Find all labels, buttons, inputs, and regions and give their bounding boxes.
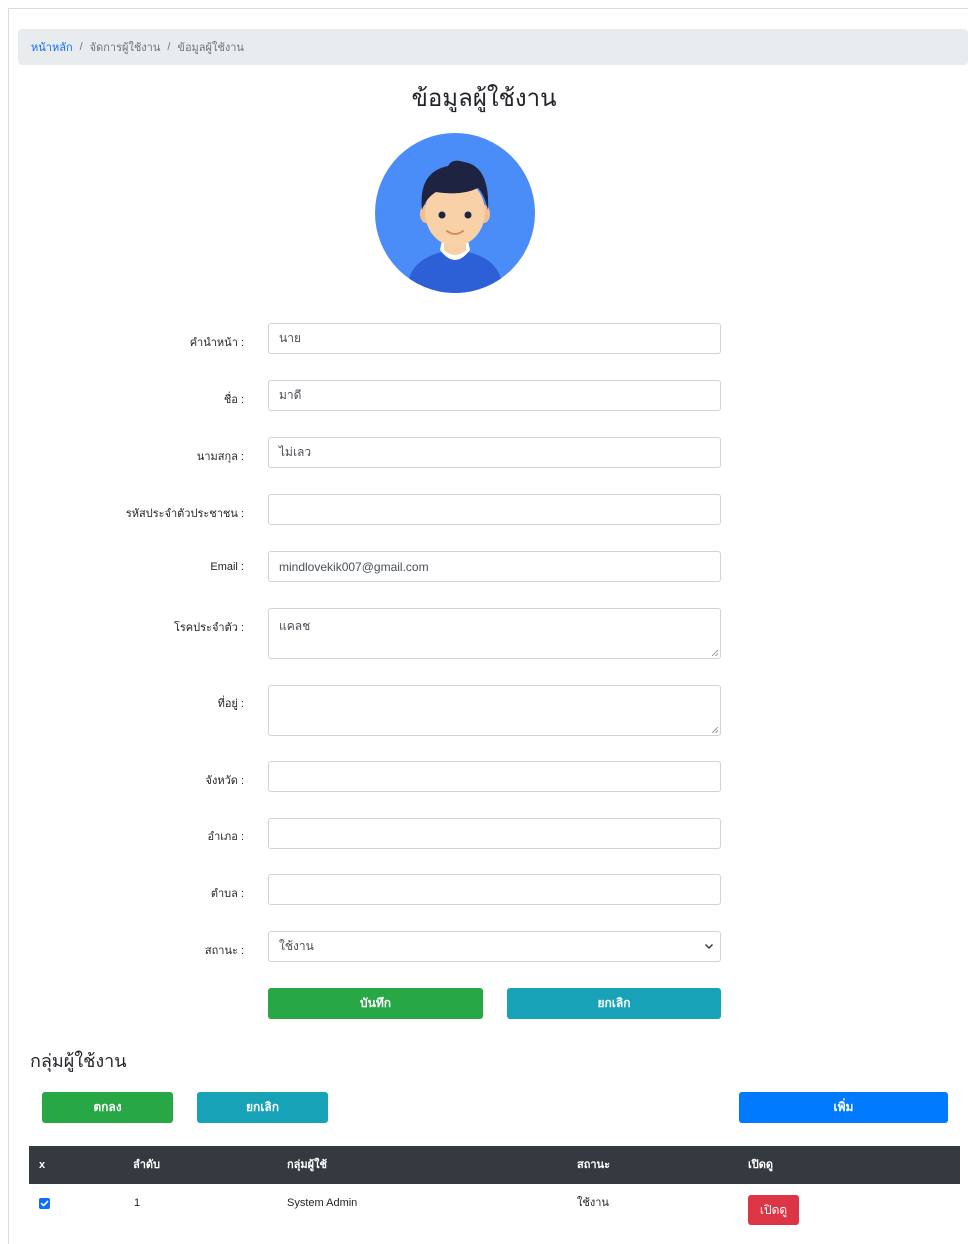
first-name-value: มาดี bbox=[279, 388, 302, 402]
resize-grip-icon[interactable] bbox=[712, 650, 718, 656]
user-groups-title: กลุ่มผู้ใช้งาน bbox=[30, 1051, 127, 1071]
table-row: 1 System Admin ใช้งาน เปิดดู bbox=[29, 1184, 960, 1225]
view-button[interactable]: เปิดดู bbox=[748, 1195, 799, 1225]
column-header-view: เปิดดู bbox=[748, 1159, 774, 1171]
group-cancel-button[interactable]: ยกเลิก bbox=[197, 1092, 328, 1123]
email-value: mindlovekik007@gmail.com bbox=[279, 559, 429, 574]
subdistrict-input[interactable] bbox=[268, 874, 721, 905]
table-header: x ลำดับ กลุ่มผู้ใช้ สถานะ เปิดดู bbox=[29, 1146, 960, 1184]
breadcrumb-separator: / bbox=[167, 41, 171, 53]
breadcrumb-home-link[interactable]: หน้าหลัก bbox=[31, 38, 73, 56]
save-button[interactable]: บันทึก bbox=[268, 988, 483, 1019]
checkbox-checked-icon bbox=[40, 1200, 49, 1207]
email-field[interactable]: mindlovekik007@gmail.com bbox=[268, 551, 721, 582]
page-title: ข้อมูลผู้ใช้งาน bbox=[411, 85, 557, 112]
district-label: อำเภอ : bbox=[207, 831, 244, 843]
address-label: ที่อยู่ : bbox=[217, 698, 244, 710]
last-name-input[interactable]: ไม่เลว bbox=[268, 437, 721, 468]
ok-button[interactable]: ตกลง bbox=[42, 1092, 173, 1123]
province-input[interactable] bbox=[268, 761, 721, 792]
status-label: สถานะ : bbox=[204, 945, 244, 957]
user-avatar-icon bbox=[375, 133, 535, 293]
province-label: จังหวัด : bbox=[205, 775, 245, 787]
breadcrumb-separator: / bbox=[79, 41, 83, 53]
subdistrict-label: ตำบล : bbox=[210, 888, 244, 900]
row-order: 1 bbox=[134, 1197, 141, 1209]
last-name-label: นามสกุล : bbox=[196, 451, 244, 463]
disease-textarea[interactable]: แคลช bbox=[268, 608, 721, 659]
status-select[interactable]: ใช้งาน bbox=[268, 931, 721, 962]
status-value: ใช้งาน bbox=[279, 939, 314, 953]
citizen-id-input[interactable] bbox=[268, 494, 721, 525]
column-header-group: กลุ่มผู้ใช้ bbox=[287, 1159, 327, 1171]
breadcrumb-manage-users[interactable]: จัดการผู้ใช้งาน bbox=[90, 38, 161, 56]
row-group-name: System Admin bbox=[287, 1197, 358, 1209]
email-label: Email : bbox=[210, 561, 244, 573]
cancel-button[interactable]: ยกเลิก bbox=[507, 988, 721, 1019]
chevron-down-icon bbox=[704, 943, 714, 950]
prefix-input[interactable]: นาย bbox=[268, 323, 721, 354]
address-textarea[interactable] bbox=[268, 685, 721, 736]
disease-label: โรคประจำตัว : bbox=[173, 622, 244, 634]
district-input[interactable] bbox=[268, 818, 721, 849]
resize-grip-icon[interactable] bbox=[712, 727, 718, 733]
column-header-order: ลำดับ bbox=[133, 1159, 161, 1171]
disease-value: แคลช bbox=[279, 619, 311, 633]
breadcrumb-current: ข้อมูลผู้ใช้งาน bbox=[177, 42, 244, 54]
first-name-label: ชื่อ : bbox=[223, 394, 244, 406]
prefix-label: คำนำหน้า : bbox=[189, 337, 244, 349]
breadcrumb: หน้าหลัก / จัดการผู้ใช้งาน / ข้อมูลผู้ใช… bbox=[18, 29, 968, 65]
column-header-status: สถานะ bbox=[577, 1159, 610, 1171]
citizen-id-label: รหัสประจำตัวประชาชน : bbox=[125, 508, 244, 520]
prefix-value: นาย bbox=[279, 331, 301, 345]
add-group-button[interactable]: เพิ่ม bbox=[739, 1092, 948, 1123]
first-name-input[interactable]: มาดี bbox=[268, 380, 721, 411]
column-header-select: x bbox=[39, 1159, 46, 1171]
row-status: ใช้งาน bbox=[577, 1197, 609, 1209]
last-name-value: ไม่เลว bbox=[279, 445, 312, 459]
row-checkbox[interactable] bbox=[39, 1198, 50, 1209]
